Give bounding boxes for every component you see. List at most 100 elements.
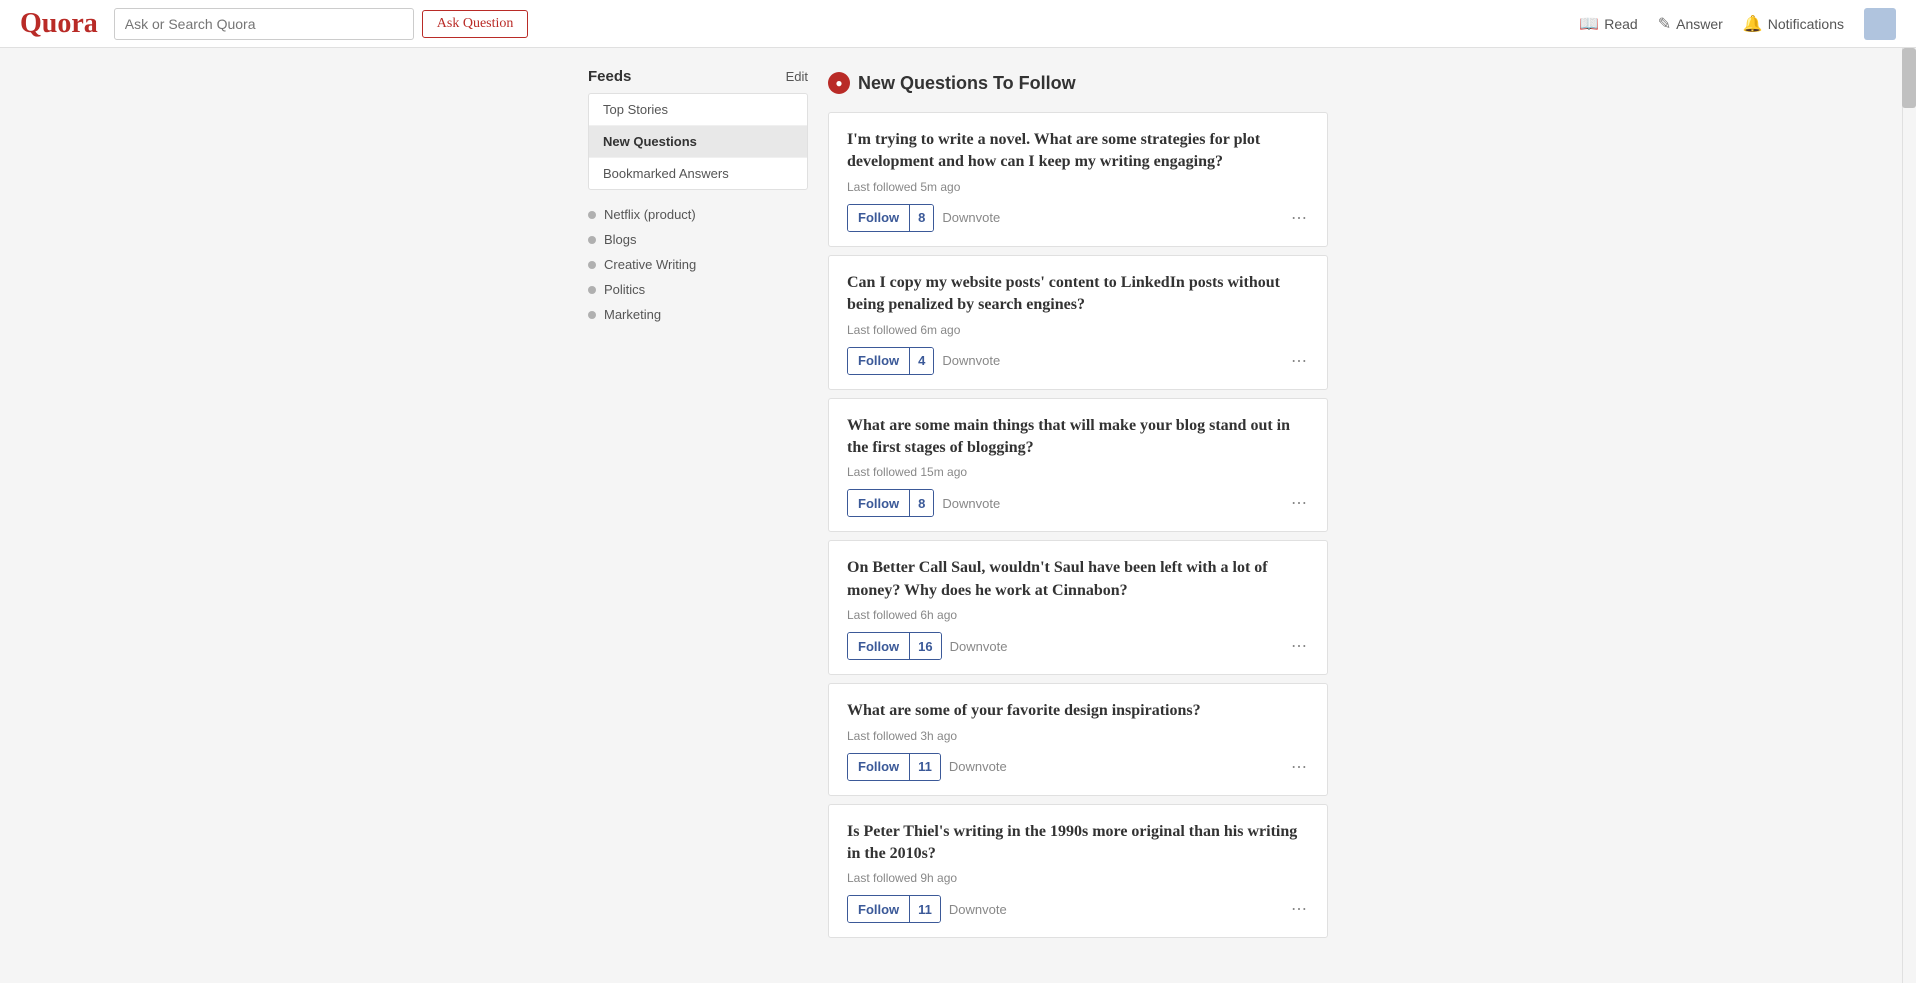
- follow-button[interactable]: Follow 4: [847, 347, 934, 375]
- sidebar-topic-item[interactable]: Creative Writing: [588, 252, 808, 277]
- topic-label: Netflix (product): [604, 207, 696, 222]
- sidebar-topic-item[interactable]: Politics: [588, 277, 808, 302]
- edit-feeds-link[interactable]: Edit: [786, 69, 808, 84]
- section-icon: ●: [828, 72, 850, 94]
- topic-dot: [588, 211, 596, 219]
- sidebar-topic-item[interactable]: Blogs: [588, 227, 808, 252]
- feeds-title: Feeds: [588, 68, 631, 85]
- search-input[interactable]: [114, 8, 414, 40]
- downvote-button[interactable]: Downvote: [949, 898, 1007, 921]
- follow-button[interactable]: Follow 8: [847, 204, 934, 232]
- question-actions: Follow 8 Downvote ⋯: [847, 489, 1309, 517]
- question-meta: Last followed 6h ago: [847, 608, 1309, 622]
- downvote-button[interactable]: Downvote: [949, 755, 1007, 778]
- notifications-icon: 🔔: [1743, 14, 1763, 34]
- question-title[interactable]: Can I copy my website posts' content to …: [847, 272, 1309, 317]
- question-actions: Follow 8 Downvote ⋯: [847, 204, 1309, 232]
- follow-label[interactable]: Follow: [848, 754, 910, 780]
- topic-label: Creative Writing: [604, 257, 696, 272]
- answer-label: Answer: [1676, 16, 1723, 32]
- notifications-nav-item[interactable]: 🔔 Notifications: [1743, 14, 1844, 34]
- main-layout: Feeds Edit Top StoriesNew QuestionsBookm…: [0, 48, 1916, 966]
- read-label: Read: [1604, 16, 1637, 32]
- sidebar-nav: Top StoriesNew QuestionsBookmarked Answe…: [588, 93, 808, 190]
- more-options-button[interactable]: ⋯: [1291, 351, 1309, 371]
- question-card: What are some main things that will make…: [828, 398, 1328, 533]
- section-icon-symbol: ●: [835, 76, 842, 91]
- answer-nav-item[interactable]: ✎ Answer: [1658, 14, 1723, 34]
- section-title: New Questions To Follow: [858, 73, 1076, 94]
- topic-label: Marketing: [604, 307, 661, 322]
- topic-label: Politics: [604, 282, 645, 297]
- sidebar-nav-item[interactable]: Bookmarked Answers: [589, 158, 807, 189]
- question-meta: Last followed 6m ago: [847, 323, 1309, 337]
- question-actions: Follow 4 Downvote ⋯: [847, 347, 1309, 375]
- sidebar-nav-item[interactable]: New Questions: [589, 126, 807, 158]
- ask-question-button[interactable]: Ask Question: [422, 10, 529, 38]
- topic-label: Blogs: [604, 232, 637, 247]
- read-nav-item[interactable]: 📖 Read: [1579, 14, 1637, 34]
- question-meta: Last followed 5m ago: [847, 180, 1309, 194]
- read-icon: 📖: [1579, 14, 1599, 34]
- follow-label[interactable]: Follow: [848, 348, 910, 374]
- follow-label[interactable]: Follow: [848, 490, 910, 516]
- question-title[interactable]: Is Peter Thiel's writing in the 1990s mo…: [847, 821, 1309, 866]
- question-title[interactable]: I'm trying to write a novel. What are so…: [847, 129, 1309, 174]
- more-options-button[interactable]: ⋯: [1291, 636, 1309, 656]
- follow-button[interactable]: Follow 11: [847, 753, 941, 781]
- follow-count: 8: [910, 205, 933, 231]
- quora-logo[interactable]: Quora: [20, 8, 98, 40]
- follow-button[interactable]: Follow 11: [847, 895, 941, 923]
- sidebar-topic-item[interactable]: Marketing: [588, 302, 808, 327]
- question-card: I'm trying to write a novel. What are so…: [828, 112, 1328, 247]
- scrollbar-thumb[interactable]: [1902, 48, 1916, 108]
- sidebar: Feeds Edit Top StoriesNew QuestionsBookm…: [588, 68, 808, 946]
- topic-dot: [588, 236, 596, 244]
- notifications-label: Notifications: [1768, 16, 1844, 32]
- follow-label[interactable]: Follow: [848, 633, 910, 659]
- question-card: What are some of your favorite design in…: [828, 683, 1328, 795]
- question-card: On Better Call Saul, wouldn't Saul have …: [828, 540, 1328, 675]
- follow-count: 16: [910, 633, 940, 659]
- more-options-button[interactable]: ⋯: [1291, 208, 1309, 228]
- sidebar-topics: Netflix (product) Blogs Creative Writing Po…: [588, 202, 808, 327]
- question-list: I'm trying to write a novel. What are so…: [828, 112, 1328, 938]
- follow-button[interactable]: Follow 16: [847, 632, 942, 660]
- question-title[interactable]: What are some of your favorite design in…: [847, 700, 1309, 722]
- downvote-button[interactable]: Downvote: [942, 206, 1000, 229]
- topic-dot: [588, 261, 596, 269]
- topic-dot: [588, 311, 596, 319]
- more-options-button[interactable]: ⋯: [1291, 899, 1309, 919]
- question-actions: Follow 16 Downvote ⋯: [847, 632, 1309, 660]
- section-header: ● New Questions To Follow: [828, 68, 1328, 98]
- follow-count: 11: [910, 896, 940, 922]
- more-options-button[interactable]: ⋯: [1291, 493, 1309, 513]
- sidebar-header: Feeds Edit: [588, 68, 808, 85]
- question-meta: Last followed 9h ago: [847, 871, 1309, 885]
- downvote-button[interactable]: Downvote: [942, 492, 1000, 515]
- content-area: ● New Questions To Follow I'm trying to …: [828, 68, 1328, 946]
- question-actions: Follow 11 Downvote ⋯: [847, 753, 1309, 781]
- answer-icon: ✎: [1658, 14, 1671, 34]
- follow-count: 8: [910, 490, 933, 516]
- downvote-button[interactable]: Downvote: [942, 349, 1000, 372]
- question-title[interactable]: On Better Call Saul, wouldn't Saul have …: [847, 557, 1309, 602]
- question-actions: Follow 11 Downvote ⋯: [847, 895, 1309, 923]
- follow-count: 4: [910, 348, 933, 374]
- follow-button[interactable]: Follow 8: [847, 489, 934, 517]
- header: Quora Ask Question 📖 Read ✎ Answer 🔔 Not…: [0, 0, 1916, 48]
- sidebar-nav-item[interactable]: Top Stories: [589, 94, 807, 126]
- sidebar-topic-item[interactable]: Netflix (product): [588, 202, 808, 227]
- more-options-button[interactable]: ⋯: [1291, 757, 1309, 777]
- downvote-button[interactable]: Downvote: [950, 635, 1008, 658]
- question-meta: Last followed 3h ago: [847, 729, 1309, 743]
- avatar[interactable]: [1864, 8, 1896, 40]
- question-card: Can I copy my website posts' content to …: [828, 255, 1328, 390]
- scrollbar[interactable]: [1902, 48, 1916, 983]
- question-card: Is Peter Thiel's writing in the 1990s mo…: [828, 804, 1328, 939]
- question-title[interactable]: What are some main things that will make…: [847, 415, 1309, 460]
- topic-dot: [588, 286, 596, 294]
- follow-count: 11: [910, 754, 940, 780]
- follow-label[interactable]: Follow: [848, 896, 910, 922]
- follow-label[interactable]: Follow: [848, 205, 910, 231]
